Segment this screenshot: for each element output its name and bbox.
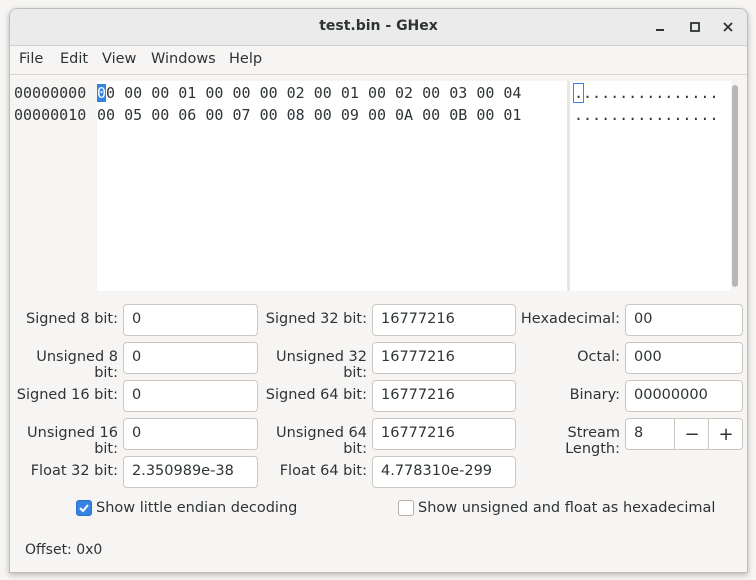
unsigned-hex-label[interactable]: Show unsigned and float as hexadecimal bbox=[418, 500, 715, 516]
unsigned-16-label: Unsigned 16 bit: bbox=[27, 425, 118, 457]
hex-byte[interactable]: 00 bbox=[368, 106, 386, 124]
menu-view[interactable]: View bbox=[102, 51, 136, 67]
hex-cursor[interactable]: 0 bbox=[97, 84, 107, 102]
hexadecimal-label: Hexadecimal: bbox=[520, 311, 620, 327]
signed-16-field[interactable]: 0 bbox=[123, 380, 258, 412]
binary-label: Binary: bbox=[569, 387, 620, 403]
hex-byte[interactable]: 00 bbox=[151, 106, 169, 124]
ascii-pane[interactable]: ................................ bbox=[570, 81, 731, 291]
hex-byte[interactable]: 00 bbox=[205, 84, 223, 102]
hex-byte[interactable]: 01 bbox=[178, 84, 196, 102]
signed-64-field[interactable]: 16777216 bbox=[372, 380, 516, 412]
ascii-row: ................ bbox=[574, 106, 719, 124]
hex-byte[interactable]: 06 bbox=[178, 106, 196, 124]
unsigned-8-field[interactable]: 0 bbox=[123, 342, 258, 374]
hex-row: 00 00 00 01 00 00 00 02 00 01 00 02 00 0… bbox=[97, 82, 521, 104]
little-endian-checkbox[interactable] bbox=[76, 500, 92, 516]
hex-byte[interactable]: 00 bbox=[260, 106, 278, 124]
minimize-icon bbox=[656, 29, 664, 31]
float-64-field[interactable]: 4.778310e-299 bbox=[372, 456, 516, 488]
octal-label: Octal: bbox=[577, 349, 620, 365]
binary-field[interactable]: 00000000 bbox=[625, 380, 743, 412]
signed-8-field[interactable]: 0 bbox=[123, 304, 258, 336]
hex-byte[interactable]: 00 bbox=[232, 84, 250, 102]
hex-byte[interactable]: 07 bbox=[232, 106, 250, 124]
offset-column: 00000000 00000010 bbox=[14, 82, 86, 126]
signed-64-label: Signed 64 bit: bbox=[265, 387, 367, 403]
menu-help[interactable]: Help bbox=[229, 51, 262, 67]
unsigned-64-label: Unsigned 64 bit: bbox=[276, 425, 367, 457]
menu-windows[interactable]: Windows bbox=[151, 51, 216, 67]
unsigned-64-field[interactable]: 16777216 bbox=[372, 418, 516, 450]
offset-row-0: 00000000 bbox=[14, 84, 87, 102]
hex-byte[interactable]: 03 bbox=[449, 84, 467, 102]
ascii-text: ............... bbox=[583, 84, 719, 102]
float-32-field[interactable]: 2.350989e-38 bbox=[123, 456, 258, 488]
hex-byte[interactable]: 08 bbox=[287, 106, 305, 124]
hex-byte[interactable]: 00 bbox=[314, 106, 332, 124]
hex-editor[interactable]: 00000000 00000010 00 00 00 01 00 00 00 0… bbox=[10, 75, 747, 292]
signed-32-label: Signed 32 bit: bbox=[265, 311, 367, 327]
stream-length-increment-button[interactable]: + bbox=[708, 419, 742, 449]
menu-bar: File Edit View Windows Help bbox=[10, 46, 747, 75]
hex-byte[interactable]: 02 bbox=[395, 84, 413, 102]
close-icon bbox=[723, 22, 733, 32]
stream-length-spinner: 8 − + bbox=[625, 418, 743, 450]
hex-byte[interactable]: 00 bbox=[97, 84, 115, 102]
hex-byte[interactable]: 00 bbox=[422, 106, 440, 124]
maximize-button[interactable] bbox=[683, 15, 707, 39]
hex-byte[interactable]: 00 bbox=[422, 84, 440, 102]
checkmark-icon bbox=[79, 504, 89, 513]
unsigned-hex-checkbox[interactable] bbox=[398, 500, 414, 516]
octal-field[interactable]: 000 bbox=[625, 342, 743, 374]
unsigned-16-field[interactable]: 0 bbox=[123, 418, 258, 450]
vertical-scrollbar[interactable] bbox=[732, 85, 738, 287]
hex-pane[interactable]: 00 00 00 01 00 00 00 02 00 01 00 02 00 0… bbox=[97, 81, 567, 291]
hex-byte[interactable]: 02 bbox=[287, 84, 305, 102]
signed-32-field[interactable]: 16777216 bbox=[372, 304, 516, 336]
hex-byte[interactable]: 04 bbox=[503, 84, 521, 102]
hex-byte[interactable]: 00 bbox=[97, 106, 115, 124]
unsigned-32-field[interactable]: 16777216 bbox=[372, 342, 516, 374]
title-bar[interactable]: test.bin - GHex bbox=[10, 9, 747, 46]
maximize-icon bbox=[690, 22, 700, 32]
offset-row-1: 00000010 bbox=[14, 106, 87, 124]
ascii-cursor[interactable]: . bbox=[572, 83, 585, 103]
hexadecimal-field[interactable]: 00 bbox=[625, 304, 743, 336]
stream-length-value[interactable]: 8 bbox=[634, 425, 643, 441]
ghex-window: test.bin - GHex File Edit View Windows H… bbox=[9, 8, 748, 573]
hex-byte[interactable]: 00 bbox=[368, 84, 386, 102]
status-offset: Offset: 0x0 bbox=[25, 542, 103, 558]
signed-16-label: Signed 16 bit: bbox=[16, 387, 118, 403]
stream-length-decrement-button[interactable]: − bbox=[674, 419, 709, 449]
hex-byte[interactable]: 0B bbox=[449, 106, 467, 124]
hex-byte[interactable]: 00 bbox=[476, 106, 494, 124]
float-64-label: Float 64 bit: bbox=[279, 463, 367, 479]
hex-byte[interactable]: 0A bbox=[395, 106, 413, 124]
hex-byte[interactable]: 00 bbox=[476, 84, 494, 102]
signed-8-label: Signed 8 bit: bbox=[26, 311, 118, 327]
hex-row: 00 05 00 06 00 07 00 08 00 09 00 0A 00 0… bbox=[97, 104, 521, 126]
hex-byte[interactable]: 00 bbox=[314, 84, 332, 102]
minimize-button[interactable] bbox=[648, 15, 672, 39]
hex-byte[interactable]: 00 bbox=[205, 106, 223, 124]
float-32-label: Float 32 bit: bbox=[30, 463, 118, 479]
unsigned-32-label: Unsigned 32 bit: bbox=[276, 349, 367, 381]
hex-byte[interactable]: 01 bbox=[341, 84, 359, 102]
hex-byte[interactable]: 00 bbox=[124, 84, 142, 102]
little-endian-label[interactable]: Show little endian decoding bbox=[96, 500, 297, 516]
hex-byte[interactable]: 09 bbox=[341, 106, 359, 124]
window-title: test.bin - GHex bbox=[319, 18, 438, 34]
close-button[interactable] bbox=[716, 15, 740, 39]
hex-byte[interactable]: 00 bbox=[151, 84, 169, 102]
hex-byte[interactable]: 00 bbox=[260, 84, 278, 102]
stream-length-label: Stream Length: bbox=[565, 425, 620, 457]
hex-byte[interactable]: 05 bbox=[124, 106, 142, 124]
unsigned-8-label: Unsigned 8 bit: bbox=[36, 349, 118, 381]
ascii-row: ................ bbox=[572, 82, 719, 104]
menu-edit[interactable]: Edit bbox=[60, 51, 88, 67]
menu-file[interactable]: File bbox=[19, 51, 43, 67]
hex-byte[interactable]: 01 bbox=[503, 106, 521, 124]
